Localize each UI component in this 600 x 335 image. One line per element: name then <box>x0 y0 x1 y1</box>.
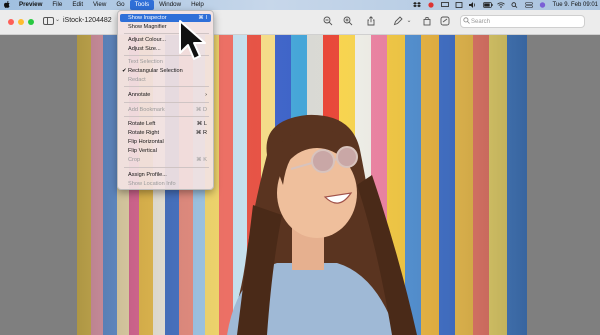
shortcut-label: ⌘ L <box>196 121 207 127</box>
menu-window[interactable]: Window <box>154 0 186 10</box>
control-center-icon[interactable] <box>524 2 533 8</box>
siri-icon[interactable] <box>539 2 547 8</box>
record-icon[interactable] <box>427 2 435 8</box>
menu-separator <box>124 102 209 103</box>
search-placeholder: Search <box>471 18 491 25</box>
preview-window: ⌄ iStock-1204482 ⌄ Search <box>0 10 600 335</box>
checkmark-icon: ✔ <box>122 68 127 74</box>
rotate-icon[interactable] <box>422 16 432 26</box>
zoom-out-icon[interactable] <box>323 16 333 26</box>
zoom-button[interactable] <box>28 19 34 25</box>
shortcut-label: ⌘ D <box>195 107 207 113</box>
menu-tools[interactable]: Tools <box>129 0 155 10</box>
menu-separator <box>124 167 209 168</box>
shortcut-label: ⌘ K <box>196 157 207 163</box>
chevron-down-icon[interactable]: ⌄ <box>55 16 60 23</box>
submenu-arrow-icon: › <box>205 92 207 98</box>
menu-item-add-bookmark: Add Bookmark ⌘ D <box>128 107 207 113</box>
dropbox-icon[interactable] <box>412 2 421 8</box>
menu-separator <box>124 86 209 87</box>
close-button[interactable] <box>8 19 14 25</box>
menu-item-flip-horizontal[interactable]: Flip Horizontal <box>120 138 211 146</box>
menu-bar: Preview File Edit View Go Tools Window H… <box>0 0 600 10</box>
minimize-button[interactable] <box>18 19 24 25</box>
menu-item-assign-profile[interactable]: Assign Profile... <box>120 171 211 179</box>
markup-pen-icon[interactable] <box>393 16 403 26</box>
menu-preview[interactable]: Preview <box>14 0 47 10</box>
wifi-icon[interactable] <box>496 2 505 8</box>
menu-item-crop: Crop ⌘ K <box>128 157 207 163</box>
zoom-in-icon[interactable] <box>343 16 353 26</box>
menu-item-redact: Redact <box>128 77 146 83</box>
screen-icon[interactable] <box>455 2 463 8</box>
menu-file[interactable]: File <box>47 0 67 10</box>
window-toolbar: ⌄ iStock-1204482 ⌄ Search <box>0 10 600 35</box>
menu-item-rectangular-selection[interactable]: ✔ Rectangular Selection <box>120 67 211 75</box>
menu-separator <box>124 116 209 117</box>
markup-toolbar-icon[interactable] <box>440 16 450 26</box>
menu-go[interactable]: Go <box>111 0 129 10</box>
menu-item-flip-vertical[interactable]: Flip Vertical <box>120 147 211 155</box>
document-title: iStock-1204482 <box>63 17 112 24</box>
window-controls <box>8 19 34 25</box>
menu-item-show-location-info: Show Location Info <box>128 181 176 187</box>
chevron-down-icon[interactable]: ⌄ <box>404 16 414 26</box>
menubar-clock[interactable]: Tue 9. Feb 09:01 <box>553 2 598 8</box>
status-area: Tue 9. Feb 09:01 <box>412 0 598 10</box>
search-icon <box>461 17 471 26</box>
battery-icon[interactable] <box>482 2 493 8</box>
mouse-pointer-icon <box>179 20 206 60</box>
apple-icon[interactable] <box>0 0 14 10</box>
spotlight-icon[interactable] <box>511 2 519 8</box>
display-icon[interactable] <box>440 2 449 8</box>
menu-item-rotate-right[interactable]: Rotate Right ⌘ R <box>120 129 211 137</box>
volume-icon[interactable] <box>468 2 477 8</box>
share-icon[interactable] <box>366 16 376 26</box>
menu-edit[interactable]: Edit <box>67 0 88 10</box>
menu-help[interactable]: Help <box>186 0 209 10</box>
menu-item-rotate-left[interactable]: Rotate Left ⌘ L <box>120 120 211 128</box>
menu-item-annotate[interactable]: Annotate › <box>120 91 211 99</box>
search-field[interactable]: Search <box>460 15 585 28</box>
sidebar-toggle-icon[interactable] <box>43 17 54 25</box>
shortcut-label: ⌘ R <box>195 130 207 136</box>
menu-view[interactable]: View <box>88 0 111 10</box>
